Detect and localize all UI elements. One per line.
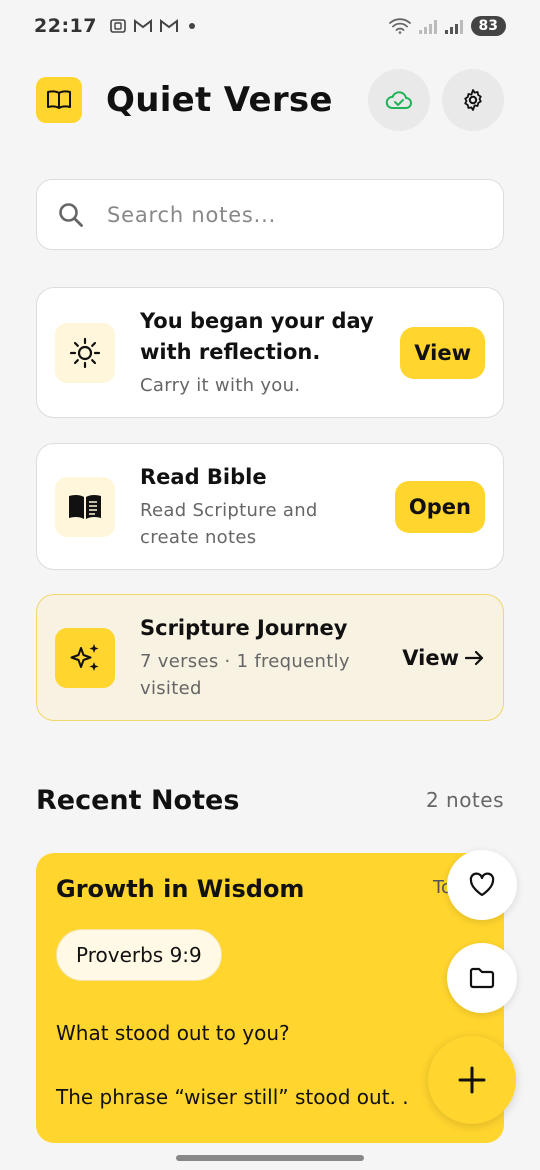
recent-notes-title: Recent Notes <box>36 784 240 816</box>
signal-icon <box>444 18 463 34</box>
reflection-title: You began your day with reflection. <box>140 309 374 364</box>
open-book-icon <box>69 494 101 519</box>
app-title: Quiet Verse <box>106 80 333 120</box>
more-notifications-dot <box>188 23 195 29</box>
journey-card-body: Scripture Journey 7 verses · 1 frequentl… <box>140 613 402 702</box>
status-right: 83 <box>388 16 506 36</box>
folder-icon <box>469 967 495 989</box>
search-input[interactable] <box>107 202 467 227</box>
reflection-view-button[interactable]: View <box>400 326 485 379</box>
recent-notes-header: Recent Notes 2 notes <box>36 778 504 822</box>
add-note-button[interactable] <box>428 1036 516 1124</box>
reflection-icon-tile <box>55 322 115 383</box>
read-bible-card[interactable]: Read Bible Read Scripture and create not… <box>36 443 504 570</box>
verse-reference-chip[interactable]: Proverbs 9:9 <box>56 929 222 981</box>
notification-icons <box>109 17 179 35</box>
cloud-sync-button[interactable] <box>368 69 430 131</box>
heart-icon <box>469 872 495 897</box>
cloud-check-icon <box>385 91 412 109</box>
gmail-icon <box>133 19 152 32</box>
battery-indicator: 83 <box>470 16 506 36</box>
sparkles-icon <box>70 643 99 671</box>
app-logo <box>36 77 82 123</box>
reflection-subtitle: Carry it with you. <box>140 375 301 396</box>
favorite-button[interactable] <box>447 850 517 920</box>
screenshot-icon <box>110 19 126 33</box>
journey-view-label: View <box>402 645 459 670</box>
gear-icon <box>464 89 482 111</box>
settings-button[interactable] <box>442 69 504 131</box>
book-icon <box>47 90 71 109</box>
signal-icon <box>418 18 437 34</box>
plus-icon <box>458 1066 486 1094</box>
note-question: What stood out to you? <box>56 1021 290 1045</box>
notes-count: 2 notes <box>425 788 504 812</box>
search-bar[interactable] <box>36 179 504 250</box>
read-bible-open-button[interactable]: Open <box>394 480 485 533</box>
journey-icon-tile <box>55 627 115 688</box>
note-answer: The phrase “wiser still” stood out. . <box>56 1085 409 1109</box>
gmail-icon <box>159 19 178 32</box>
sun-icon <box>69 337 101 368</box>
search-icon <box>59 202 83 227</box>
reflection-card[interactable]: You began your day with reflection. Carr… <box>36 287 504 418</box>
read-bible-subtitle: Read Scripture and create notes <box>140 500 318 548</box>
status-time: 22:17 <box>34 15 97 37</box>
app-header: Quiet Verse <box>36 68 504 132</box>
header-actions <box>368 69 504 131</box>
read-bible-card-body: Read Bible Read Scripture and create not… <box>140 462 395 551</box>
note-title: Growth in Wisdom <box>56 875 305 903</box>
journey-view-button[interactable]: View <box>402 646 485 670</box>
scripture-journey-card[interactable]: Scripture Journey 7 verses · 1 frequentl… <box>36 594 504 721</box>
wifi-icon <box>388 18 411 34</box>
reflection-card-body: You began your day with reflection. Carr… <box>140 306 400 399</box>
status-bar: 22:17 83 <box>0 0 540 52</box>
read-bible-title: Read Bible <box>140 465 267 489</box>
journey-subtitle: 7 verses · 1 frequently visited <box>140 651 350 699</box>
journey-title: Scripture Journey <box>140 616 348 640</box>
bible-icon-tile <box>55 476 115 537</box>
folder-button[interactable] <box>447 943 517 1013</box>
arrow-right-icon <box>465 650 484 665</box>
home-indicator[interactable] <box>176 1155 364 1161</box>
